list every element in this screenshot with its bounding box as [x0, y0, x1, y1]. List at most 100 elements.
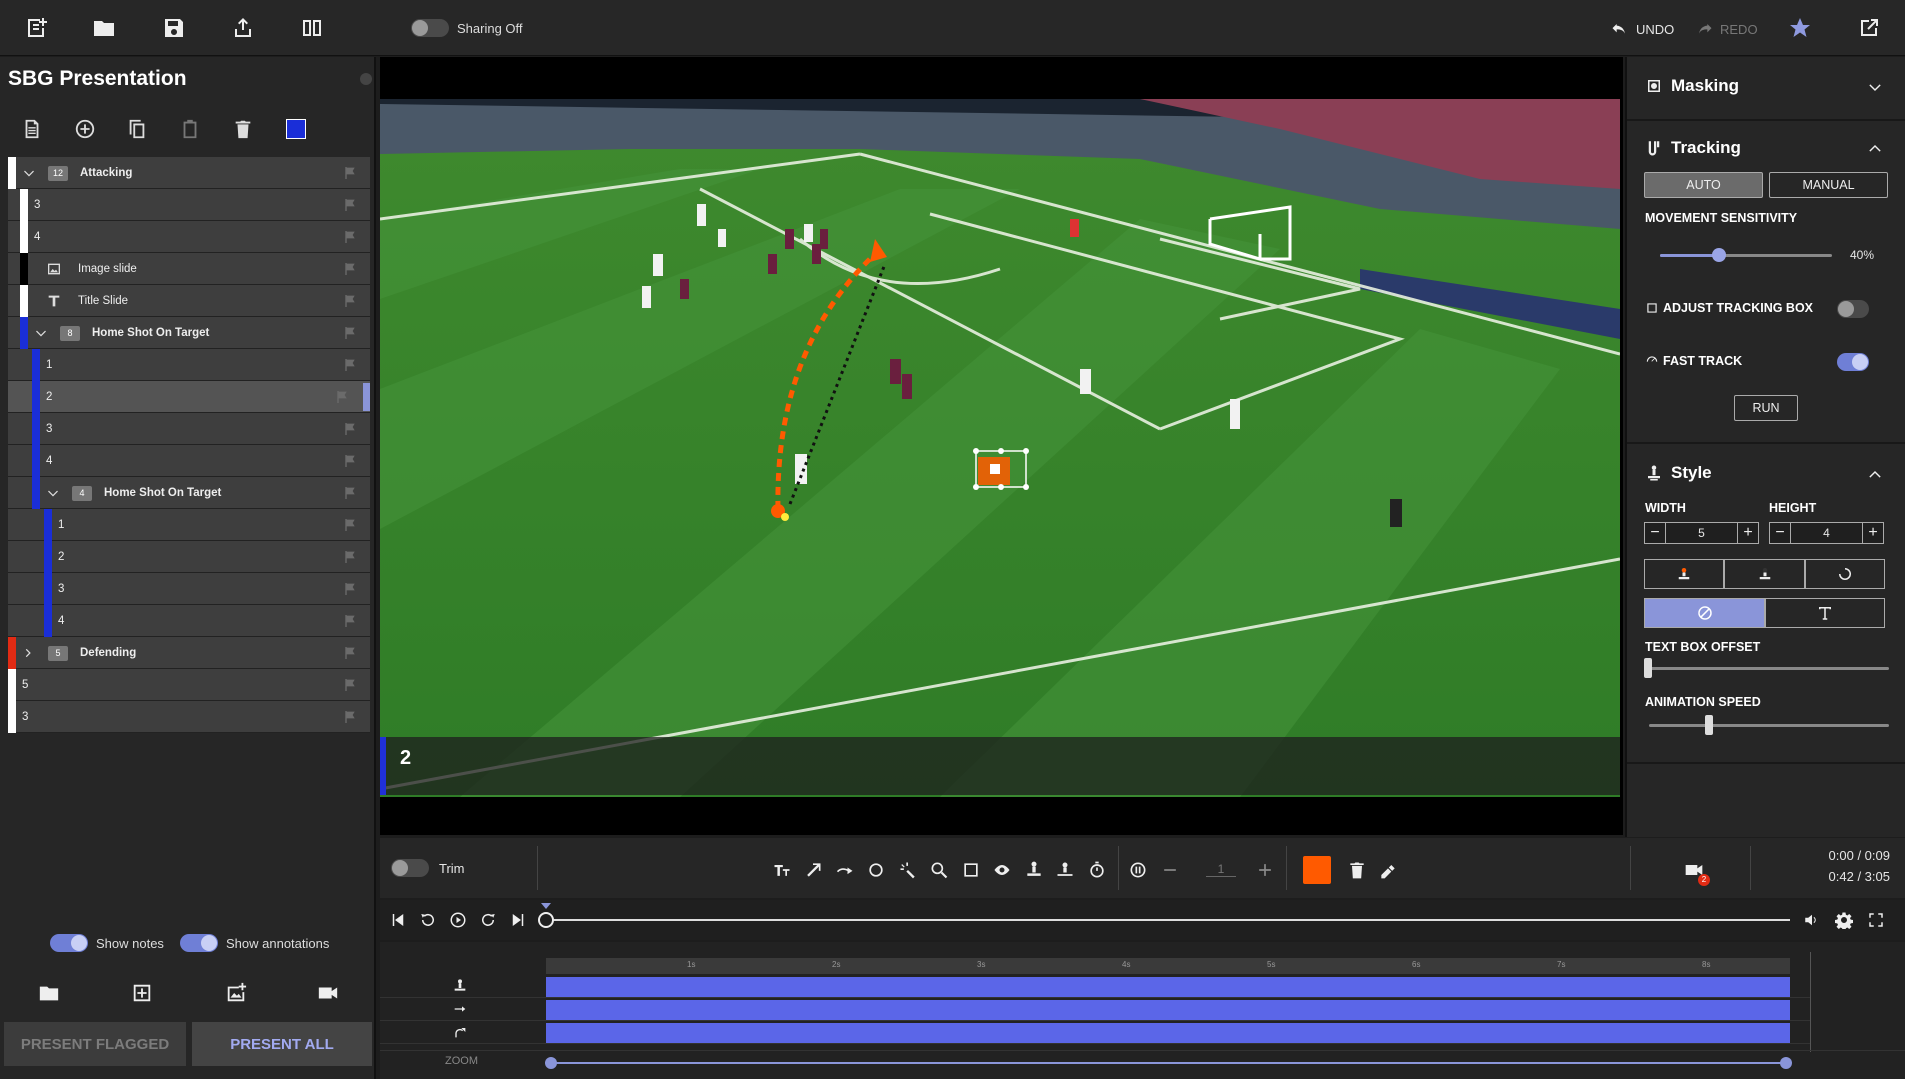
playback-track[interactable] — [545, 919, 1790, 921]
tracking-auto-button[interactable]: AUTO — [1644, 172, 1763, 198]
style-option-2[interactable] — [1724, 559, 1805, 589]
chevron-down-icon[interactable] — [46, 486, 60, 500]
fast-forward-icon[interactable] — [477, 909, 499, 931]
style-option-1[interactable] — [1644, 559, 1724, 589]
zoom-start-handle[interactable] — [545, 1057, 557, 1069]
flag-icon[interactable] — [342, 453, 358, 469]
play-icon[interactable] — [447, 909, 469, 931]
chevron-up-icon[interactable] — [1867, 141, 1883, 157]
slider-knob[interactable] — [1712, 248, 1726, 262]
decrease-button[interactable] — [1158, 858, 1182, 882]
height-value[interactable]: 4 — [1790, 523, 1863, 543]
add-frame-icon[interactable] — [128, 979, 156, 1007]
track-bar[interactable] — [546, 1000, 1790, 1020]
clear-annotations-icon[interactable] — [1376, 858, 1400, 882]
flag-icon[interactable] — [342, 677, 358, 693]
style-header[interactable]: Style — [1645, 463, 1712, 483]
copy-icon[interactable] — [123, 115, 151, 143]
slide-row[interactable]: 3 — [8, 573, 370, 605]
color-swatch[interactable] — [282, 115, 310, 143]
show-annotations-control[interactable]: Show annotations — [180, 934, 329, 952]
fast-track-toggle[interactable] — [1837, 353, 1869, 371]
pause-icon[interactable] — [1126, 858, 1150, 882]
slider-knob[interactable] — [1705, 715, 1713, 735]
flag-icon[interactable] — [334, 389, 350, 405]
trash-icon[interactable] — [1345, 858, 1369, 882]
slide-group-row[interactable]: 8 Home Shot On Target — [8, 317, 370, 349]
video-frame[interactable] — [380, 99, 1620, 797]
no-text-option[interactable] — [1644, 598, 1765, 628]
show-notes-toggle[interactable] — [50, 934, 88, 952]
export-icon[interactable] — [229, 14, 257, 42]
rewind-icon[interactable] — [417, 909, 439, 931]
split-view-icon[interactable] — [298, 14, 326, 42]
present-all-button[interactable]: PRESENT ALL — [192, 1022, 372, 1066]
save-icon[interactable] — [160, 14, 188, 42]
width-value[interactable]: 5 — [1665, 523, 1738, 543]
slide-group-row[interactable]: 4 Home Shot On Target — [8, 477, 370, 509]
show-annotations-toggle[interactable] — [180, 934, 218, 952]
increase-button[interactable] — [1253, 858, 1277, 882]
chevron-down-icon[interactable] — [22, 166, 36, 180]
slide-row[interactable]: 3 — [8, 701, 370, 733]
chevron-down-icon[interactable] — [1867, 79, 1883, 95]
zoom-end-handle[interactable] — [1780, 1057, 1792, 1069]
text-option[interactable] — [1765, 598, 1885, 628]
settings-icon[interactable] — [1833, 909, 1855, 931]
present-flagged-button[interactable]: PRESENT FLAGGED — [4, 1022, 186, 1066]
chevron-right-icon[interactable] — [22, 646, 36, 660]
eye-tool-icon[interactable] — [990, 858, 1014, 882]
volume-icon[interactable] — [1801, 909, 1823, 931]
curved-arrow-tool-icon[interactable] — [833, 858, 857, 882]
slide-row[interactable]: 3 — [8, 413, 370, 445]
slide-row[interactable]: 4 — [8, 221, 370, 253]
flag-icon[interactable] — [342, 613, 358, 629]
redo-button[interactable]: REDO — [1694, 19, 1758, 39]
flag-icon[interactable] — [342, 325, 358, 341]
flag-icon[interactable] — [342, 229, 358, 245]
sharing-toggle[interactable] — [411, 19, 449, 37]
flag-icon[interactable] — [342, 357, 358, 373]
height-stepper[interactable]: − 4 + — [1769, 522, 1884, 544]
flag-icon[interactable] — [342, 709, 358, 725]
slide-group-row[interactable]: 5 Defending — [8, 637, 370, 669]
slide-row[interactable]: 2 — [8, 381, 370, 413]
increase-width-button[interactable]: + — [1738, 523, 1758, 543]
flag-icon[interactable] — [342, 517, 358, 533]
track-row-line[interactable] — [380, 999, 1810, 1021]
polygon-tool-icon[interactable] — [959, 858, 983, 882]
magnify-tool-icon[interactable] — [927, 858, 951, 882]
slide-row[interactable]: 4 — [8, 605, 370, 637]
track-row-curved-arrow[interactable] — [380, 1022, 1810, 1044]
masking-header[interactable]: Masking — [1645, 76, 1739, 96]
decrease-width-button[interactable]: − — [1645, 523, 1665, 543]
add-video-icon[interactable] — [314, 979, 342, 1007]
flag-icon[interactable] — [342, 165, 358, 181]
undo-button[interactable]: UNDO — [1610, 19, 1674, 39]
player-marker-tool-icon[interactable] — [1022, 858, 1046, 882]
sharing-control[interactable]: Sharing Off — [411, 19, 523, 37]
track-bar[interactable] — [546, 1023, 1790, 1043]
slide-row[interactable]: 4 — [8, 445, 370, 477]
add-image-icon[interactable] — [222, 979, 250, 1007]
trim-control[interactable]: Trim — [391, 859, 465, 877]
skip-end-icon[interactable] — [507, 909, 529, 931]
chevron-up-icon[interactable] — [1867, 467, 1883, 483]
circle-tool-icon[interactable] — [864, 858, 888, 882]
player-highlight-tool-icon[interactable] — [1053, 858, 1077, 882]
step-value[interactable]: 1 — [1206, 862, 1236, 877]
skip-start-icon[interactable] — [387, 909, 409, 931]
tracking-manual-button[interactable]: MANUAL — [1769, 172, 1888, 198]
flag-icon[interactable] — [342, 197, 358, 213]
slide-row[interactable]: 1 — [8, 349, 370, 381]
trim-toggle[interactable] — [391, 859, 429, 877]
flag-icon[interactable] — [342, 261, 358, 277]
style-option-3[interactable] — [1805, 559, 1885, 589]
collapse-panel-icon[interactable] — [360, 73, 372, 85]
external-link-icon[interactable] — [1855, 14, 1883, 42]
track-row-player-marker[interactable] — [380, 976, 1810, 998]
flag-icon[interactable] — [342, 293, 358, 309]
folder-icon[interactable] — [90, 14, 118, 42]
tracking-header[interactable]: Tracking — [1645, 138, 1741, 158]
star-icon[interactable] — [1786, 14, 1814, 42]
